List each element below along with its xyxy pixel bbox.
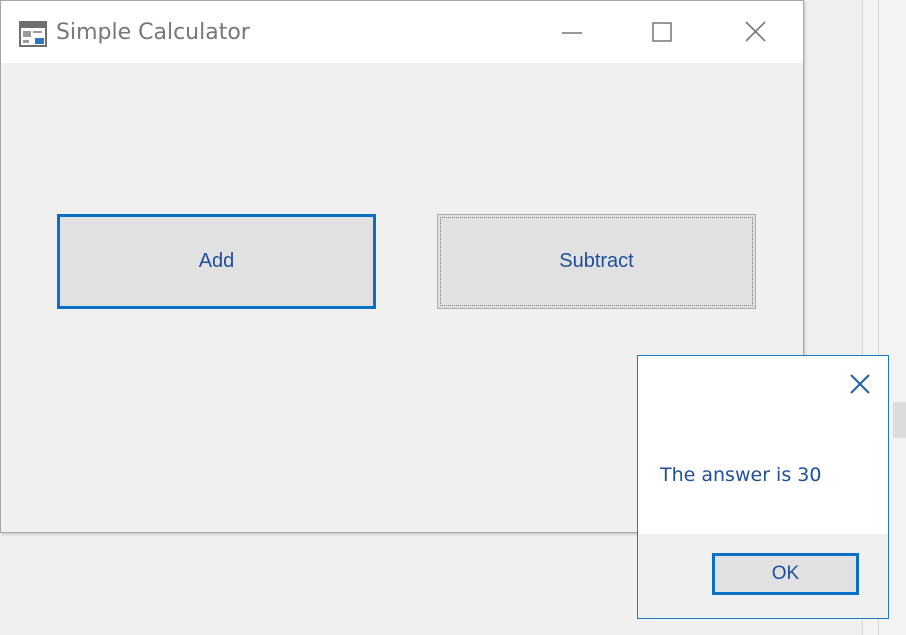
title-bar[interactable]: Simple Calculator	[1, 1, 803, 63]
message-footer: OK	[638, 534, 888, 618]
close-icon	[850, 374, 870, 394]
minimize-button[interactable]	[549, 11, 595, 55]
message-close-button[interactable]	[848, 372, 872, 396]
maximize-button[interactable]	[639, 11, 685, 55]
background-scroll-marker	[893, 402, 906, 438]
maximize-icon	[652, 22, 672, 42]
message-text: The answer is 30	[660, 464, 822, 486]
close-icon	[745, 21, 766, 42]
app-form-icon	[19, 21, 47, 47]
ok-button[interactable]: OK	[712, 553, 859, 595]
window-title: Simple Calculator	[56, 20, 250, 45]
add-button[interactable]: Add	[57, 214, 376, 309]
message-box: The answer is 30 OK	[637, 355, 889, 619]
close-button[interactable]	[733, 11, 779, 55]
subtract-button[interactable]: Subtract	[437, 214, 756, 309]
minimize-icon	[562, 32, 582, 34]
